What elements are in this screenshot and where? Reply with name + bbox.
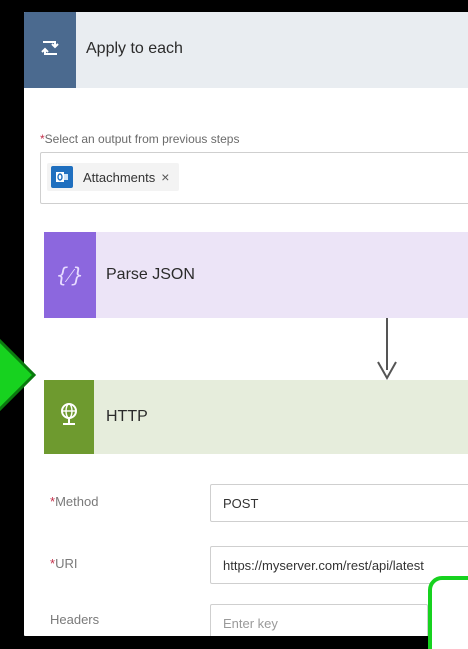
- apply-to-each-header[interactable]: Apply to each: [24, 12, 468, 88]
- globe-pin-icon: [58, 402, 80, 433]
- apply-to-each-icon-box: [24, 12, 76, 88]
- headers-key-input[interactable]: Enter key: [210, 604, 428, 636]
- http-card: HTTP *Method POST *URI https://myserver.…: [44, 380, 468, 636]
- http-icon-box: [44, 380, 94, 454]
- select-output-field[interactable]: Attachments ×: [40, 152, 468, 204]
- method-field[interactable]: POST: [210, 484, 468, 522]
- outlook-icon: [51, 166, 73, 188]
- attachments-token[interactable]: Attachments ×: [47, 163, 180, 191]
- method-label-text: Method: [55, 494, 99, 509]
- apply-to-each-title: Apply to each: [86, 40, 183, 57]
- parse-json-title: Parse JSON: [106, 266, 195, 283]
- select-output-label-text: Select an output from previous steps: [44, 132, 240, 146]
- http-title: HTTP: [106, 408, 148, 425]
- highlight-box: [428, 576, 468, 649]
- flow-designer-canvas: Apply to each *Select an output from pre…: [24, 12, 468, 636]
- http-header[interactable]: HTTP: [44, 380, 468, 454]
- close-icon[interactable]: ×: [161, 169, 169, 185]
- select-output-label: *Select an output from previous steps: [40, 132, 239, 146]
- uri-label-text: URI: [55, 556, 78, 571]
- screenshot-stage: Apply to each *Select an output from pre…: [0, 0, 468, 649]
- attachments-token-label: Attachments: [83, 169, 156, 185]
- method-label: *Method: [50, 494, 98, 509]
- headers-label: Headers: [50, 612, 100, 627]
- arrow-down-icon: [377, 361, 397, 380]
- uri-field[interactable]: https://myserver.com/rest/api/latest: [210, 546, 468, 584]
- loop-icon: [39, 37, 61, 64]
- green-arrow-marker: [0, 338, 37, 412]
- parse-json-card[interactable]: {⁄} Parse JSON: [44, 232, 468, 318]
- braces-icon: {⁄}: [44, 232, 96, 318]
- uri-label: *URI: [50, 556, 77, 571]
